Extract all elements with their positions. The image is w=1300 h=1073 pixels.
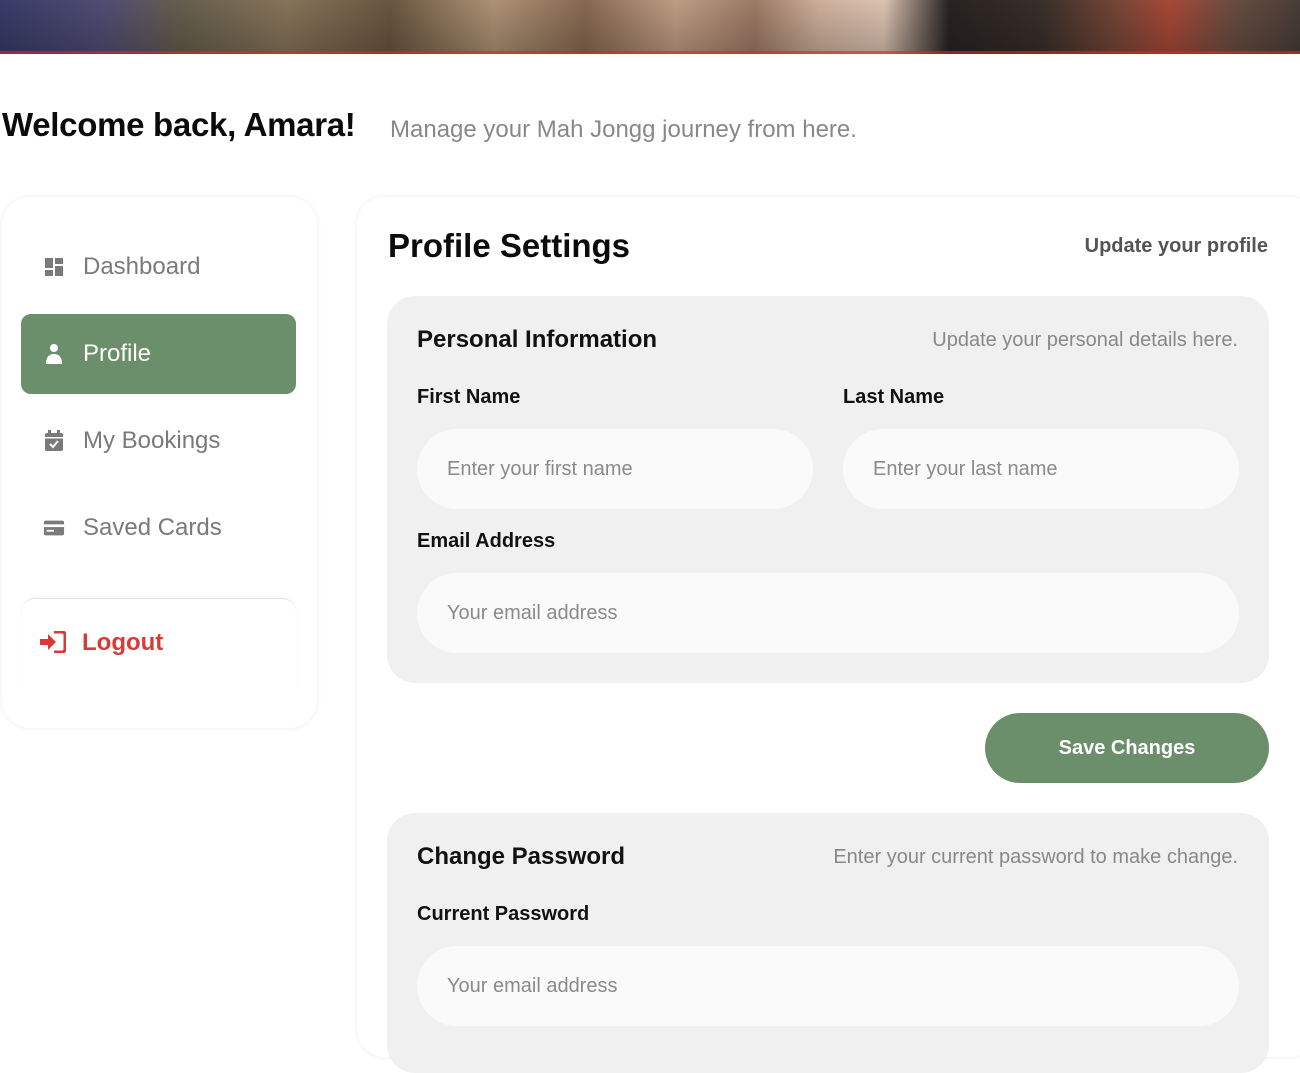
welcome-subtitle: Manage your Mah Jongg journey from here. (390, 116, 857, 143)
save-changes-button[interactable]: Save Changes (985, 713, 1269, 783)
sidebar-item-dashboard[interactable]: Dashboard (21, 227, 296, 307)
sidebar-item-label: Dashboard (83, 253, 201, 280)
calendar-check-icon (43, 430, 65, 452)
section-subtitle: Enter your current password to make chan… (833, 846, 1238, 868)
sidebar-item-saved-cards[interactable]: Saved Cards (21, 488, 296, 568)
sidebar-item-label: My Bookings (83, 427, 221, 454)
hero-banner-image (0, 0, 1300, 54)
last-name-label: Last Name (843, 386, 945, 408)
section-title: Personal Information (417, 326, 658, 353)
profile-settings-panel: Profile Settings Update your profile Per… (357, 197, 1300, 1073)
hero-rim (0, 51, 1300, 54)
sidebar: Dashboard Profile My Bookings Saved Card… (2, 197, 317, 728)
email-field[interactable] (417, 573, 1239, 653)
hero-shade (0, 0, 1300, 54)
user-icon (43, 343, 65, 365)
sidebar-item-my-bookings[interactable]: My Bookings (21, 401, 296, 481)
last-name-field[interactable] (843, 429, 1239, 509)
change-password-section: Change Password Enter your current passw… (387, 813, 1269, 1073)
current-password-label: Current Password (417, 903, 590, 925)
current-password-field[interactable] (417, 946, 1239, 1026)
first-name-label: First Name (417, 386, 521, 408)
logout-label: Logout (82, 629, 164, 656)
sidebar-item-label: Profile (83, 340, 152, 367)
sidebar-item-label: Saved Cards (83, 514, 222, 541)
email-label: Email Address (417, 530, 556, 552)
personal-information-section: Personal Information Update your persona… (387, 296, 1269, 683)
section-subtitle: Update your personal details here. (932, 329, 1238, 351)
sidebar-item-profile[interactable]: Profile (21, 314, 296, 394)
dashboard-icon (43, 256, 65, 278)
logout-icon (40, 631, 66, 655)
welcome-heading: Welcome back, Amara! (2, 106, 356, 143)
section-title: Change Password (417, 843, 626, 870)
page-title: Profile Settings (388, 227, 631, 264)
logout-button[interactable]: Logout (40, 629, 163, 657)
first-name-field[interactable] (417, 429, 813, 509)
credit-card-icon (43, 517, 65, 539)
page-subtitle: Update your profile (1084, 235, 1268, 257)
